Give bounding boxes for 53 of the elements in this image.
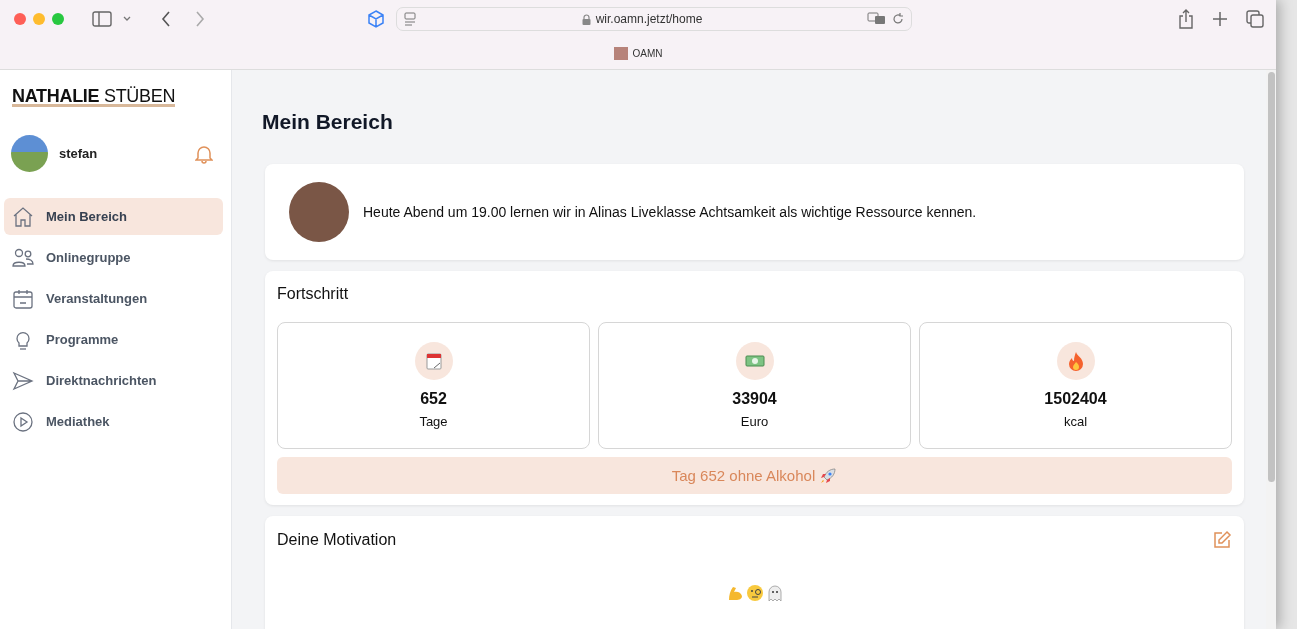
nav-item[interactable]: Mein Bereich xyxy=(4,198,223,235)
nav-item[interactable]: Veranstaltungen xyxy=(4,280,223,317)
scrollbar-thumb[interactable] xyxy=(1267,72,1275,482)
lock-icon xyxy=(581,13,591,25)
stat-value: 652 xyxy=(420,390,447,408)
back-icon[interactable] xyxy=(160,10,172,28)
rocket-icon xyxy=(819,466,838,485)
forward-icon[interactable] xyxy=(194,10,206,28)
cube-icon[interactable] xyxy=(366,9,386,29)
ghost-icon xyxy=(765,584,784,602)
browser-tab[interactable]: OAMN xyxy=(613,47,663,60)
user-name: stefan xyxy=(59,146,99,161)
page-menu-icon xyxy=(403,12,417,26)
streak-text: Tag 652 ohne Alkohol xyxy=(671,467,816,484)
send-icon xyxy=(12,369,34,392)
page-title: Mein Bereich xyxy=(262,110,394,134)
nav-item[interactable]: Programme xyxy=(4,321,223,358)
profile-photo xyxy=(289,182,349,242)
chevron-down-icon[interactable] xyxy=(122,15,132,23)
tabs-overview-icon[interactable] xyxy=(1246,10,1264,28)
stat-value: 1502404 xyxy=(1044,390,1107,408)
stat-value: 33904 xyxy=(732,390,777,408)
nav-item[interactable]: Direktnachrichten xyxy=(4,362,223,399)
nav-item[interactable]: Mediathek xyxy=(4,403,223,440)
play-icon xyxy=(12,410,34,433)
translate-icon[interactable] xyxy=(867,12,887,26)
section-title: Deine Motivation xyxy=(277,531,397,549)
sidebar-toggle-icon[interactable] xyxy=(92,11,112,27)
url-text: wir.oamn.jetzt/home xyxy=(595,12,703,26)
address-bar[interactable]: wir.oamn.jetzt/home xyxy=(396,7,912,31)
notification-bell-icon[interactable] xyxy=(195,143,213,164)
stat-unit: Euro xyxy=(740,414,769,429)
zoom-window-button[interactable] xyxy=(52,13,64,25)
face-with-monocle-icon xyxy=(745,584,764,602)
edit-icon[interactable] xyxy=(1212,530,1232,550)
home-icon xyxy=(12,205,34,228)
avatar-photo[interactable] xyxy=(11,135,48,172)
share-icon[interactable] xyxy=(1178,9,1194,29)
stat-unit: Tage xyxy=(419,414,448,429)
stat-unit: kcal xyxy=(1063,414,1088,429)
new-tab-icon[interactable] xyxy=(1212,11,1228,27)
fire-icon xyxy=(1066,351,1085,371)
banknote-icon xyxy=(743,352,766,370)
section-title: Fortschritt xyxy=(277,285,350,303)
calendar-icon xyxy=(423,351,444,371)
close-window-button[interactable] xyxy=(14,13,26,25)
reload-icon[interactable] xyxy=(891,12,905,26)
logo[interactable]: NATHALIE STÜBEN xyxy=(12,88,176,107)
favicon-icon xyxy=(613,47,628,60)
nav-item[interactable]: Onlinegruppe xyxy=(4,239,223,276)
group-icon xyxy=(12,246,34,269)
calendar-icon xyxy=(12,287,34,310)
announcement-text: Heute Abend um 19.00 lernen wir in Alinas Liveklasse Achtsamkeit als wichtige Ressource kennen. xyxy=(363,204,977,220)
